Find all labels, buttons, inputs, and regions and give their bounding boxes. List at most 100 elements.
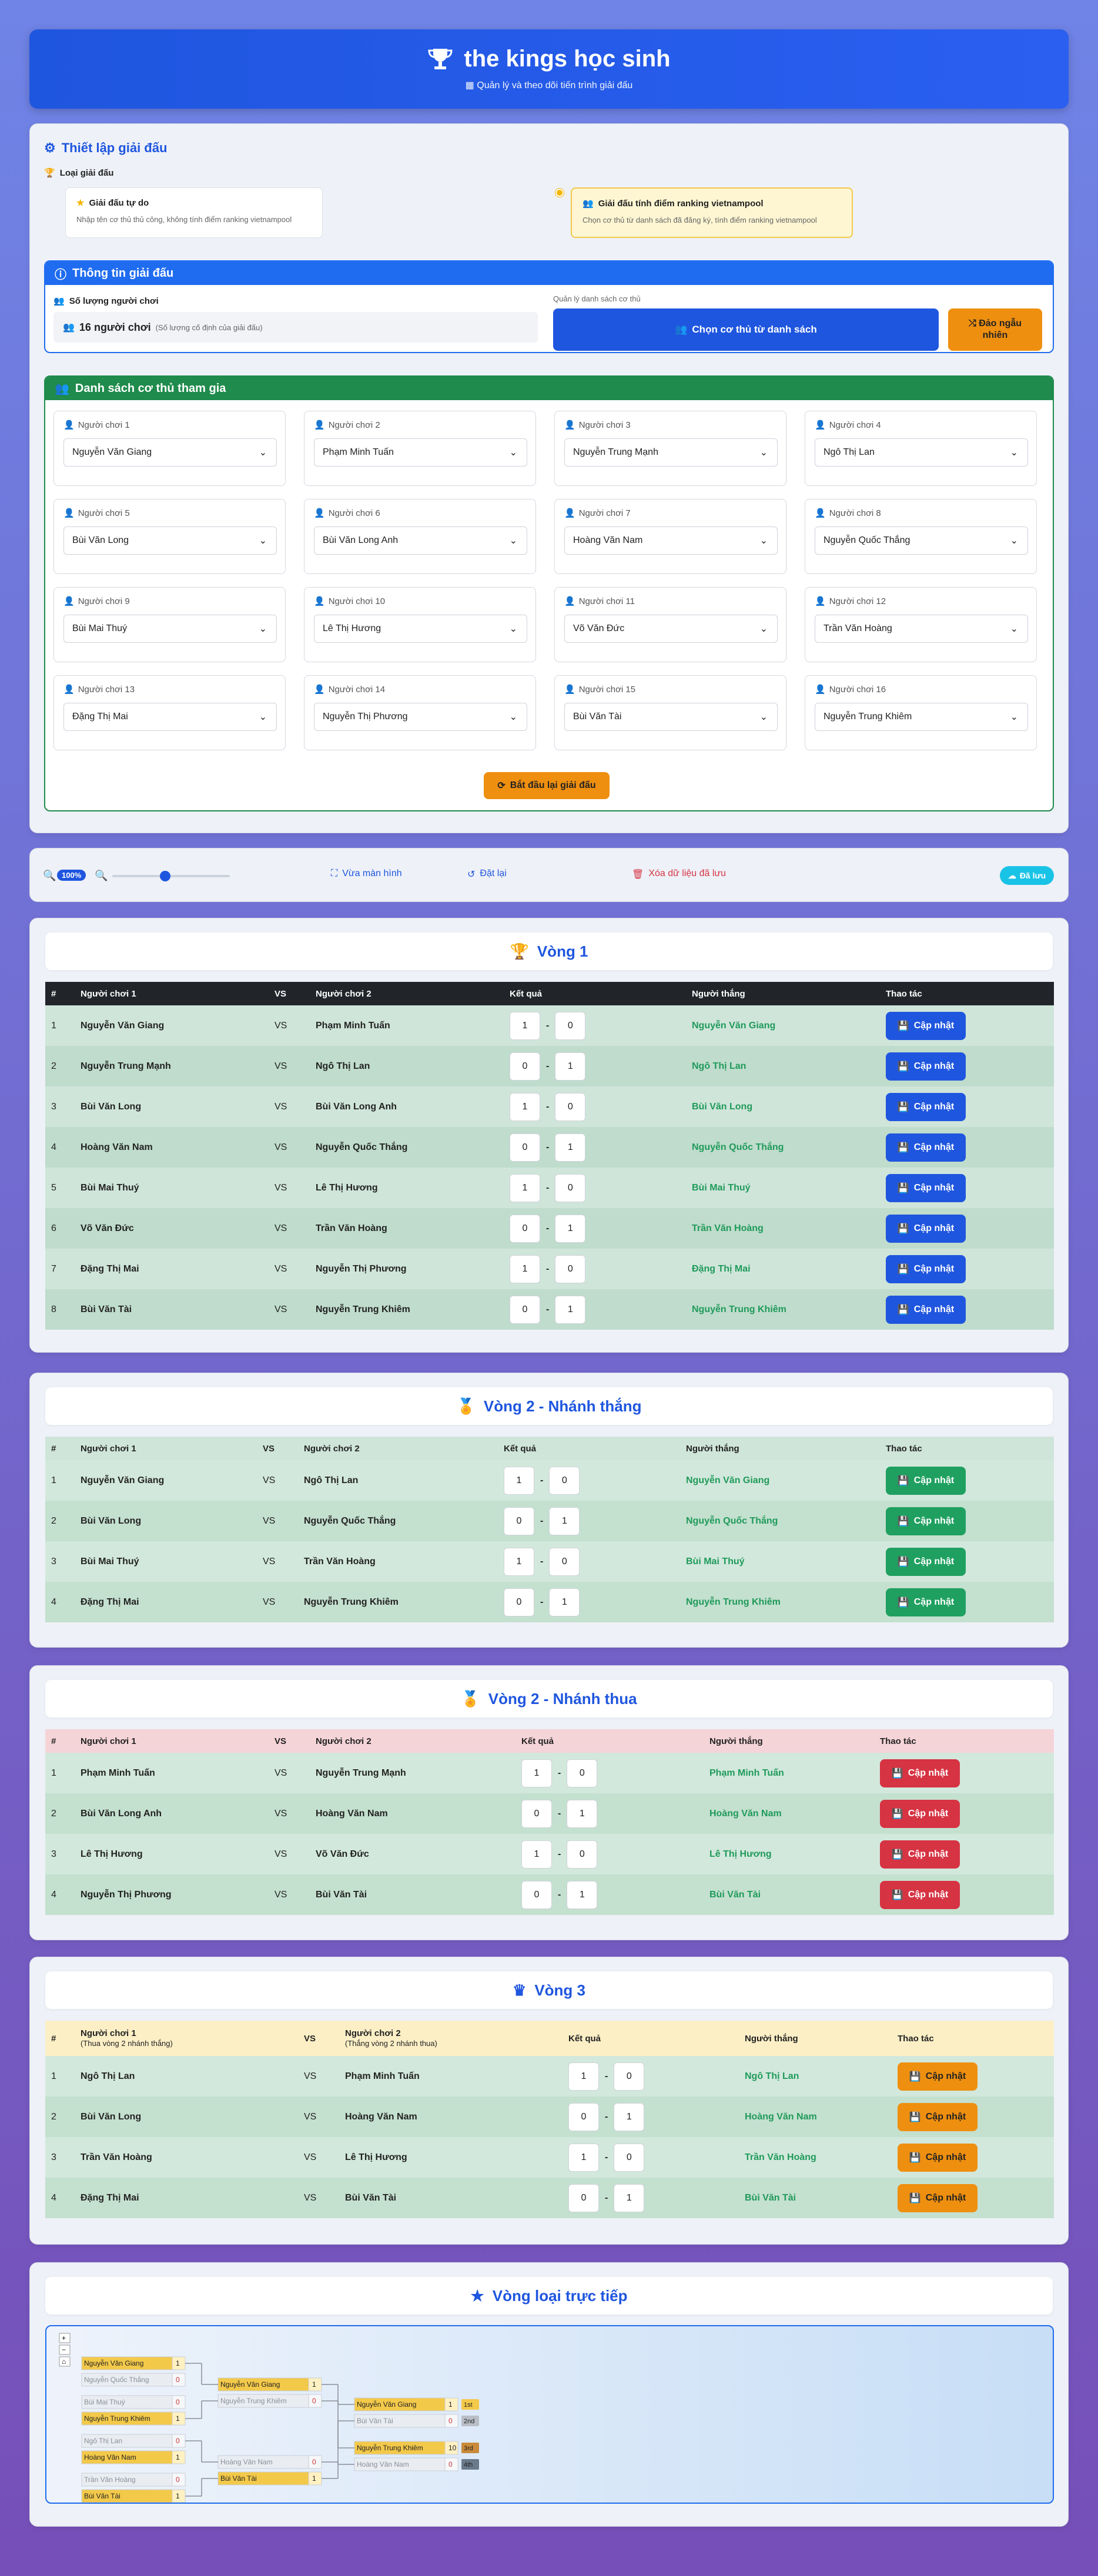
score1-input[interactable]: 0 xyxy=(510,1295,540,1324)
update-button[interactable]: 💾 Cập nhật xyxy=(880,1880,960,1909)
update-button[interactable]: 💾 Cập nhật xyxy=(886,1255,966,1283)
score1-input[interactable]: 1 xyxy=(568,2143,599,2172)
update-button[interactable]: 💾 Cập nhật xyxy=(886,1133,966,1162)
score1-input[interactable]: 1 xyxy=(510,1173,540,1202)
score2-input[interactable]: 1 xyxy=(555,1052,586,1081)
score1-input[interactable]: 1 xyxy=(510,1092,540,1121)
choose-players-button[interactable]: 👥 Chọn cơ thủ từ danh sách xyxy=(553,308,939,351)
restart-button[interactable]: ⟳ Bắt đầu lại giải đấu xyxy=(484,772,610,799)
score1-input[interactable]: 0 xyxy=(521,1799,552,1828)
score2-input[interactable]: 0 xyxy=(555,1173,586,1202)
update-button[interactable]: 💾 Cập nhật xyxy=(886,1011,966,1040)
update-button[interactable]: 💾 Cập nhật xyxy=(880,1759,960,1787)
score2-input[interactable]: 0 xyxy=(614,2143,645,2172)
app-header: the kings học sinh ▦ Quản lý và theo dõi… xyxy=(29,29,1069,109)
score2-input[interactable]: 0 xyxy=(567,1840,598,1869)
score2-input[interactable]: 0 xyxy=(549,1547,580,1576)
users-icon: 👥 xyxy=(55,382,69,395)
update-button[interactable]: 💾 Cập nhật xyxy=(886,1507,966,1535)
score1-input[interactable]: 0 xyxy=(504,1588,534,1616)
player-select[interactable]: Bùi Văn Long ⌄ xyxy=(63,526,277,555)
update-button[interactable]: 💾 Cập nhật xyxy=(886,1092,966,1121)
score1-input[interactable]: 0 xyxy=(504,1507,534,1535)
player-select[interactable]: Bùi Mai Thuý ⌄ xyxy=(63,615,277,643)
zoom-slider-thumb[interactable] xyxy=(160,871,170,881)
update-button[interactable]: 💾 Cập nhật xyxy=(886,1052,966,1081)
player-select[interactable]: Nguyễn Trung Khiêm ⌄ xyxy=(815,703,1028,731)
player-select[interactable]: Hoàng Văn Nam ⌄ xyxy=(564,526,778,555)
update-button[interactable]: 💾 Cập nhật xyxy=(886,1295,966,1324)
cell-num: 8 xyxy=(51,1304,56,1314)
score2-input[interactable]: 1 xyxy=(567,1880,598,1909)
clear-data-button[interactable]: 🗑 Xóa dữ liệu đã lưu xyxy=(632,868,726,880)
score1-input[interactable]: 1 xyxy=(510,1011,540,1040)
score1-input[interactable]: 1 xyxy=(510,1255,540,1283)
zoom-out-icon[interactable]: 🔍 xyxy=(43,870,56,882)
update-button[interactable]: 💾 Cập nhật xyxy=(898,2143,978,2172)
score1-input[interactable]: 0 xyxy=(510,1214,540,1243)
player-select[interactable]: Đặng Thị Mai ⌄ xyxy=(63,703,277,731)
fit-screen-button[interactable]: ⛶ Vừa màn hình xyxy=(331,868,402,879)
update-button[interactable]: 💾 Cập nhật xyxy=(886,1547,966,1576)
update-button[interactable]: 💾 Cập nhật xyxy=(886,1173,966,1202)
score2-input[interactable]: 0 xyxy=(555,1255,586,1283)
player-select[interactable]: Võ Văn Đức ⌄ xyxy=(564,615,778,643)
player-select[interactable]: Nguyễn Văn Giang ⌄ xyxy=(63,438,277,467)
score1-input[interactable]: 0 xyxy=(510,1133,540,1162)
score2-input[interactable]: 0 xyxy=(549,1466,580,1495)
shuffle-button[interactable]: ⤮ Đảo ngẫu nhiên xyxy=(948,308,1042,351)
player-select[interactable]: Nguyễn Trung Mạnh ⌄ xyxy=(564,438,778,467)
score1-input[interactable]: 1 xyxy=(568,2062,599,2091)
score-dash: - xyxy=(546,1263,550,1274)
score1-input[interactable]: 1 xyxy=(504,1547,534,1576)
score1-input[interactable]: 1 xyxy=(521,1759,552,1787)
type-ranking-card[interactable]: 👥 Giải đấu tính điểm ranking vietnampool … xyxy=(571,187,853,238)
cell-vs: VS xyxy=(274,1020,287,1031)
cell-result: 0-1 xyxy=(515,1793,704,1834)
header-num: # xyxy=(51,1443,56,1454)
score2-input[interactable]: 0 xyxy=(555,1092,586,1121)
score1-input[interactable]: 0 xyxy=(568,2102,599,2131)
score1-input[interactable]: 0 xyxy=(521,1880,552,1909)
score2-input[interactable]: 0 xyxy=(567,1759,598,1787)
update-button[interactable]: 💾 Cập nhật xyxy=(886,1214,966,1243)
player-select[interactable]: Nguyễn Quốc Thắng ⌄ xyxy=(815,526,1028,555)
type-radio-ranking[interactable] xyxy=(555,189,564,197)
score2-input[interactable]: 1 xyxy=(614,2102,645,2131)
bracket-canvas[interactable]: + − ⌂ Nguyễn Văn Giang 1 Nguyễn Quốc Thắng 0 Bù… xyxy=(45,2325,1054,2504)
player-select[interactable]: Trần Văn Hoàng ⌄ xyxy=(815,615,1028,643)
score2-input[interactable]: 1 xyxy=(614,2183,645,2212)
type-free-card[interactable]: ★ Giải đấu tự do Nhập tên cơ thủ thủ công… xyxy=(65,187,323,238)
score2-input[interactable]: 1 xyxy=(567,1799,598,1828)
score1-input[interactable]: 0 xyxy=(568,2183,599,2212)
zoom-slider[interactable] xyxy=(112,871,230,881)
player-select[interactable]: Nguyễn Thị Phương ⌄ xyxy=(314,703,527,731)
round2l-panel: 🏅 Vòng 2 - Nhánh thua # Người chơi 1 VS Ngườ… xyxy=(29,1665,1069,1940)
player-select[interactable]: Bùi Văn Tài ⌄ xyxy=(564,703,778,731)
score2-input[interactable]: 0 xyxy=(555,1011,586,1040)
player-select[interactable]: Lê Thị Hương ⌄ xyxy=(314,615,527,643)
score1-input[interactable]: 0 xyxy=(510,1052,540,1081)
score2-input[interactable]: 1 xyxy=(555,1214,586,1243)
player-select[interactable]: Ngô Thị Lan ⌄ xyxy=(815,438,1028,467)
score2-input[interactable]: 1 xyxy=(549,1588,580,1616)
player-select[interactable]: Phạm Minh Tuấn ⌄ xyxy=(314,438,527,467)
player-select[interactable]: Bùi Văn Long Anh ⌄ xyxy=(314,526,527,555)
player-label: 👤 Người chơi 3 xyxy=(564,420,631,431)
update-button[interactable]: 💾 Cập nhật xyxy=(880,1840,960,1869)
update-button[interactable]: 💾 Cập nhật xyxy=(898,2062,978,2091)
update-button[interactable]: 💾 Cập nhật xyxy=(880,1799,960,1828)
score2-input[interactable]: 1 xyxy=(549,1507,580,1535)
update-button[interactable]: 💾 Cập nhật xyxy=(886,1466,966,1495)
score1-input[interactable]: 1 xyxy=(521,1840,552,1869)
score2-input[interactable]: 1 xyxy=(555,1295,586,1324)
update-button[interactable]: 💾 Cập nhật xyxy=(898,2102,978,2131)
update-button[interactable]: 💾 Cập nhật xyxy=(898,2183,978,2212)
score2-input[interactable]: 1 xyxy=(555,1133,586,1162)
score2-input[interactable]: 0 xyxy=(614,2062,645,2091)
reset-button[interactable]: ↺ Đặt lại xyxy=(467,868,507,880)
score1-input[interactable]: 1 xyxy=(504,1466,534,1495)
cell-winner: Nguyễn Quốc Thắng xyxy=(686,1515,778,1526)
zoom-in-icon[interactable]: 🔍 xyxy=(95,870,108,882)
update-button[interactable]: 💾 Cập nhật xyxy=(886,1588,966,1616)
